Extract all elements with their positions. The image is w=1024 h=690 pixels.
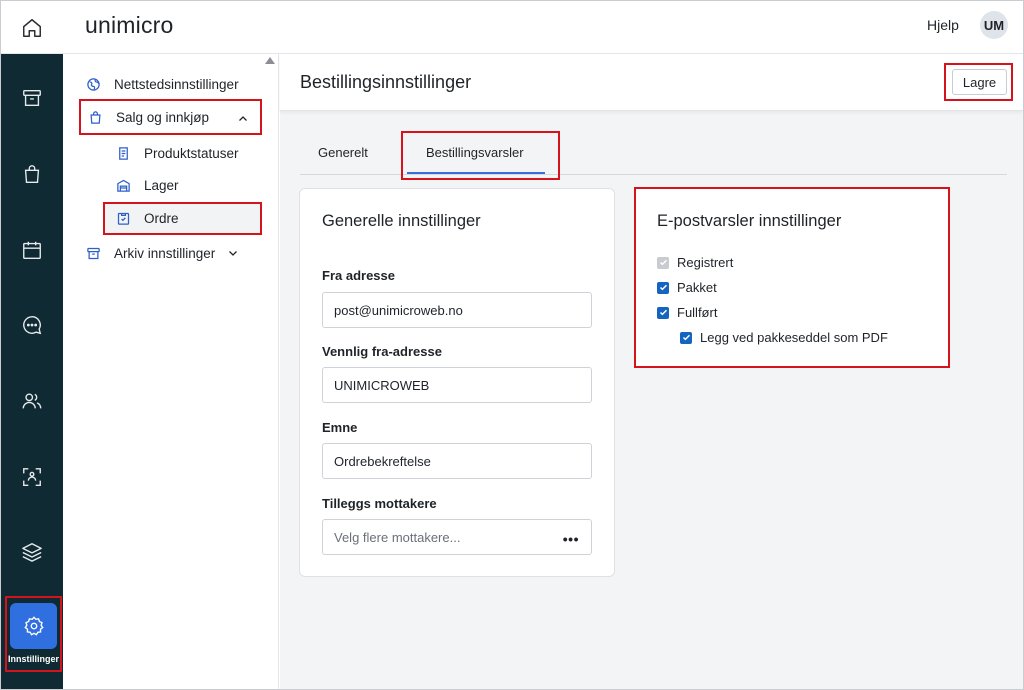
rail-users[interactable] xyxy=(1,381,63,421)
rail-scan[interactable] xyxy=(1,457,63,497)
checkbox-packed[interactable] xyxy=(657,281,669,294)
option-registered[interactable]: Registrert xyxy=(657,255,733,270)
home-button[interactable] xyxy=(1,1,63,54)
checkbox-attach-pdf[interactable] xyxy=(680,331,692,344)
extra-recipients-select[interactable]: Velg flere mottakere... ••• xyxy=(322,519,592,555)
order-icon xyxy=(115,211,131,227)
main-rail: Innstillinger xyxy=(1,54,63,689)
more-options-icon[interactable]: ••• xyxy=(563,531,579,547)
option-registered-label: Registrert xyxy=(677,255,734,270)
archive-icon xyxy=(85,245,101,261)
avatar[interactable]: UM xyxy=(980,11,1008,39)
save-button[interactable]: Lagre xyxy=(952,69,1007,95)
rail-shop[interactable] xyxy=(1,154,63,194)
layers-icon xyxy=(22,543,42,562)
settings-nav: Nettstedsinnstillinger Salg og innkjøp P… xyxy=(63,54,279,689)
nav-orders[interactable]: Ordre xyxy=(103,202,262,235)
nav-stock-label: Lager xyxy=(144,177,179,193)
friendly-from-label: Vennlig fra-adresse xyxy=(322,344,442,359)
tab-active-underline xyxy=(407,172,545,174)
option-packed-label: Pakket xyxy=(677,280,717,295)
subject-label: Emne xyxy=(322,420,358,435)
archive-icon xyxy=(23,89,41,107)
gear-icon xyxy=(23,616,44,636)
help-link[interactable]: Hjelp xyxy=(927,17,959,33)
subject-input[interactable]: Ordrebekreftelse xyxy=(322,443,592,479)
checkbox-completed[interactable] xyxy=(657,306,669,319)
from-address-input[interactable]: post@unimicroweb.no xyxy=(322,292,592,328)
scan-icon xyxy=(23,468,41,486)
save-highlight: Lagre xyxy=(944,63,1013,101)
tab-general[interactable]: Generelt xyxy=(318,145,368,160)
nav-product-statuses[interactable]: Produktstatuser xyxy=(115,144,239,162)
friendly-from-input[interactable]: UNIMICROWEB xyxy=(322,367,592,403)
scroll-up-arrow[interactable] xyxy=(265,57,275,64)
globe-icon xyxy=(85,76,101,92)
from-address-label: Fra adresse xyxy=(322,268,395,283)
list-icon xyxy=(115,145,131,161)
extra-recipients-label: Tilleggs mottakere xyxy=(322,496,437,511)
tab-order-notifications[interactable]: Bestillingsvarsler xyxy=(426,145,524,160)
rail-archive[interactable] xyxy=(1,78,63,118)
nav-stock[interactable]: Lager xyxy=(115,176,179,194)
chat-icon xyxy=(23,316,42,335)
rail-chat[interactable] xyxy=(1,305,63,345)
settings-label: Innstillinger xyxy=(7,654,59,664)
nav-sales-label: Salg og innkjøp xyxy=(116,109,210,125)
option-completed[interactable]: Fullført xyxy=(657,305,717,320)
shopping-bag-icon xyxy=(87,109,103,125)
extra-recipients-placeholder: Velg flere mottakere... xyxy=(334,529,461,545)
main-content: Bestillingsinnstillinger Lagre Generelt … xyxy=(280,54,1023,689)
general-settings-card: Generelle innstillinger Fra adresse post… xyxy=(299,188,615,577)
nav-site-settings-label: Nettstedsinnstillinger xyxy=(114,76,239,92)
nav-site-settings[interactable]: Nettstedsinnstillinger xyxy=(85,75,239,93)
option-completed-label: Fullført xyxy=(677,305,718,320)
email-notifications-card: E-postvarsler innstillinger Registrert P… xyxy=(634,187,950,368)
top-bar: unimicro Hjelp UM xyxy=(1,1,1023,54)
rail-layers[interactable] xyxy=(1,532,63,572)
calendar-icon xyxy=(23,241,41,259)
home-icon xyxy=(23,18,41,37)
general-settings-title: Generelle innstillinger xyxy=(322,212,481,230)
shopping-bag-icon xyxy=(24,165,40,183)
nav-product-statuses-label: Produktstatuser xyxy=(144,145,239,161)
checkbox-registered[interactable] xyxy=(657,256,669,269)
rail-calendar[interactable] xyxy=(1,230,63,270)
nav-archive[interactable]: Arkiv innstillinger xyxy=(85,244,239,262)
option-packed[interactable]: Pakket xyxy=(657,280,717,295)
nav-orders-label: Ordre xyxy=(144,211,179,226)
users-icon xyxy=(22,393,42,409)
rail-settings[interactable]: Innstillinger xyxy=(5,596,62,672)
email-notifications-title: E-postvarsler innstillinger xyxy=(657,212,842,230)
warehouse-icon xyxy=(115,177,131,193)
nav-archive-label: Arkiv innstillinger xyxy=(114,245,216,261)
app-logo[interactable]: unimicro xyxy=(85,12,174,39)
page-title: Bestillingsinnstillinger xyxy=(300,72,472,92)
app-window: unimicro Hjelp UM Innstillinger Nettsted… xyxy=(0,0,1024,690)
settings-tile[interactable] xyxy=(10,603,57,649)
chevron-up-icon[interactable] xyxy=(237,113,249,125)
page-header: Bestillingsinnstillinger Lagre xyxy=(280,54,1023,111)
chevron-down-icon[interactable] xyxy=(227,247,239,259)
tab-bar: Generelt Bestillingsvarsler xyxy=(300,131,1007,180)
nav-sales[interactable]: Salg og innkjøp xyxy=(79,99,262,135)
option-attach-pdf-label: Legg ved pakkeseddel som PDF xyxy=(700,330,888,345)
option-attach-pdf[interactable]: Legg ved pakkeseddel som PDF xyxy=(680,330,888,345)
